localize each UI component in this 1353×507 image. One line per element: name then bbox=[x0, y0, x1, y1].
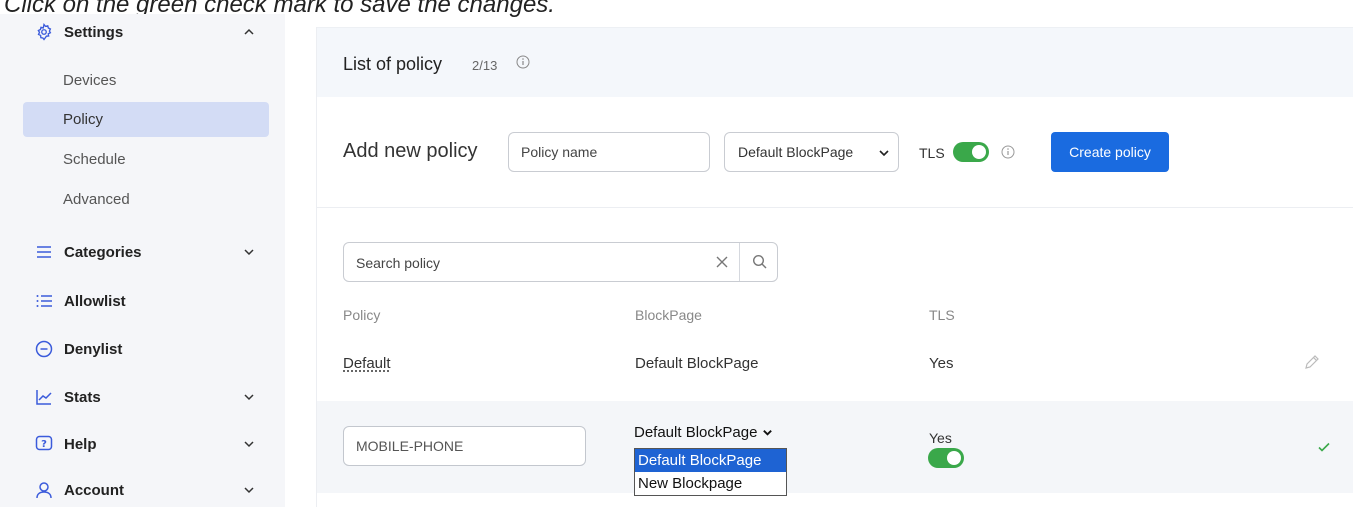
page-title: List of policy bbox=[343, 54, 443, 74]
sidebar-item-advanced[interactable]: Advanced bbox=[23, 182, 269, 217]
policy-name-input[interactable] bbox=[508, 132, 710, 172]
sidebar-label-stats: Stats bbox=[64, 388, 101, 406]
sidebar-item-account[interactable]: Account bbox=[34, 480, 256, 500]
info-icon[interactable] bbox=[516, 55, 530, 74]
close-icon[interactable] bbox=[714, 254, 730, 275]
blockpage-value: Default BlockPage bbox=[635, 355, 759, 372]
sidebar-item-policy[interactable]: Policy bbox=[23, 102, 269, 137]
blockpage-dropdown[interactable]: Default BlockPage bbox=[634, 424, 773, 441]
user-icon bbox=[34, 480, 54, 500]
add-policy-label: Add new policy bbox=[343, 140, 478, 162]
chevron-down-icon[interactable] bbox=[242, 245, 256, 259]
sidebar-item-schedule[interactable]: Schedule bbox=[23, 142, 269, 177]
panel-header: List of policy 2/13 bbox=[317, 27, 1353, 97]
policy-name-default[interactable]: Default bbox=[343, 355, 391, 372]
policy-count: 2/13 bbox=[472, 58, 498, 73]
svg-text:?: ? bbox=[41, 439, 47, 450]
chevron-down-icon bbox=[878, 146, 890, 162]
dropdown-option-new-blockpage[interactable]: New Blockpage bbox=[635, 472, 786, 495]
blockpage-select-value: Default BlockPage bbox=[738, 144, 854, 160]
column-header-tls: TLS bbox=[929, 307, 955, 323]
dropdown-option-default-blockpage[interactable]: Default BlockPage bbox=[635, 449, 786, 472]
chevron-down-icon bbox=[762, 427, 773, 438]
menu-icon bbox=[34, 242, 54, 262]
search-box[interactable]: Search policy bbox=[343, 242, 778, 282]
blockpage-dropdown-value: Default BlockPage bbox=[634, 424, 758, 441]
edit-pencil-icon[interactable] bbox=[1303, 353, 1321, 376]
chevron-down-icon[interactable] bbox=[242, 437, 256, 451]
sidebar-item-categories[interactable]: Categories bbox=[34, 242, 256, 262]
gear-icon bbox=[34, 22, 54, 42]
tls-value-editing: Yes bbox=[929, 430, 952, 446]
column-header-policy: Policy bbox=[343, 307, 381, 323]
chart-line-icon bbox=[34, 387, 54, 407]
chevron-down-icon[interactable] bbox=[242, 390, 256, 404]
sidebar-item-settings[interactable]: Settings bbox=[34, 22, 256, 42]
main-panel: List of policy 2/13 Add new policy Defau… bbox=[316, 27, 1353, 507]
blockpage-dropdown-list: Default BlockPage New Blockpage bbox=[634, 448, 787, 496]
create-policy-button[interactable]: Create policy bbox=[1051, 132, 1169, 172]
tls-toggle[interactable] bbox=[953, 142, 989, 162]
chevron-up-icon[interactable] bbox=[242, 25, 256, 39]
sidebar-label-account: Account bbox=[64, 481, 124, 499]
sidebar-label-denylist: Denylist bbox=[64, 340, 123, 358]
minus-circle-icon bbox=[34, 339, 54, 359]
sidebar-label-categories: Categories bbox=[64, 243, 142, 261]
search-input[interactable]: Search policy bbox=[356, 255, 440, 271]
info-icon[interactable] bbox=[1001, 145, 1015, 164]
policy-name-edit-input[interactable]: MOBILE-PHONE bbox=[343, 426, 586, 466]
tls-toggle-editing[interactable] bbox=[928, 448, 964, 468]
check-icon[interactable] bbox=[1317, 440, 1331, 459]
sidebar: Settings Devices Policy Schedule Advance… bbox=[0, 14, 285, 507]
chevron-down-icon[interactable] bbox=[242, 483, 256, 497]
help-icon: ? bbox=[34, 434, 54, 454]
sidebar-item-denylist[interactable]: Denylist bbox=[34, 339, 256, 359]
sidebar-item-stats[interactable]: Stats bbox=[34, 387, 256, 407]
blockpage-select[interactable]: Default BlockPage bbox=[724, 132, 899, 172]
search-icon[interactable] bbox=[752, 254, 768, 275]
sidebar-item-devices[interactable]: Devices bbox=[23, 63, 269, 98]
divider bbox=[317, 207, 1353, 208]
column-header-blockpage: BlockPage bbox=[635, 307, 702, 323]
sidebar-item-allowlist[interactable]: Allowlist bbox=[34, 291, 256, 311]
sidebar-label-help: Help bbox=[64, 435, 97, 453]
list-icon bbox=[34, 291, 54, 311]
sidebar-label-allowlist: Allowlist bbox=[64, 292, 126, 310]
tls-value: Yes bbox=[929, 355, 954, 372]
tls-label: TLS bbox=[919, 145, 945, 161]
sidebar-label-settings: Settings bbox=[64, 23, 124, 41]
sidebar-item-help[interactable]: ? Help bbox=[34, 434, 256, 454]
